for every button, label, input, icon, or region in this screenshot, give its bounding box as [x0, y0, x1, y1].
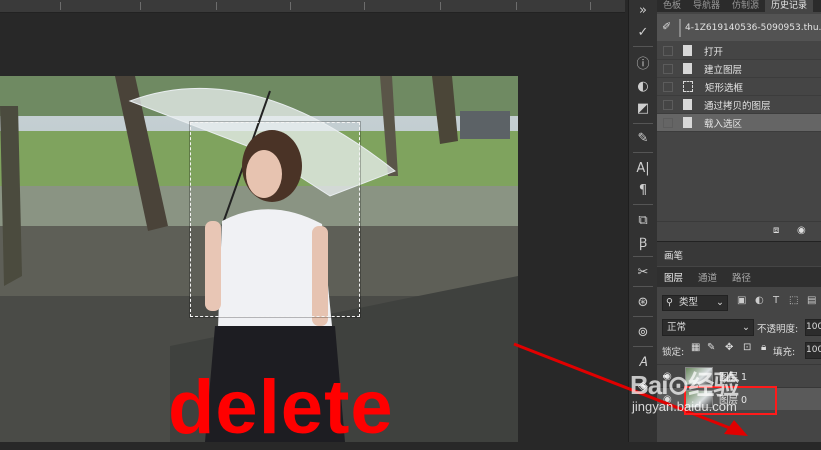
- adjustment-filter-icon[interactable]: ◐: [755, 295, 764, 306]
- history-snapshot[interactable]: ✐ 4-1Z619140536-5090953.thu...: [657, 14, 821, 41]
- document-icon: [683, 117, 692, 128]
- history-item-label: 通过拷贝的图层: [704, 100, 771, 112]
- snapshot-label: 4-1Z619140536-5090953.thu...: [685, 22, 821, 33]
- glyphs-icon[interactable]: Ꞵ: [632, 232, 654, 252]
- tab-paths[interactable]: 路径: [732, 270, 751, 284]
- history-item-label: 建立图层: [704, 64, 743, 76]
- delete-annotation: delete: [168, 365, 394, 450]
- blend-mode-value: 正常: [667, 322, 687, 333]
- 3d-icon[interactable]: ⊛: [632, 292, 654, 312]
- history-source-checkbox[interactable]: [663, 45, 673, 56]
- history-item[interactable]: 建立图层: [657, 60, 821, 78]
- history-item[interactable]: 打开: [657, 42, 821, 60]
- image-filter-icon[interactable]: ▣: [737, 295, 746, 306]
- kind-filter-select[interactable]: ⚲ 类型 ⌄: [662, 295, 728, 311]
- shape-filter-icon[interactable]: ⬚: [789, 295, 798, 306]
- chevron-down-icon: ⌄: [742, 322, 750, 333]
- blend-mode-select[interactable]: 正常 ⌄: [662, 319, 754, 336]
- history-item-selected[interactable]: 载入选区: [657, 114, 821, 132]
- camera-icon[interactable]: ◉: [797, 225, 806, 236]
- tab-navigator[interactable]: 导航器: [687, 0, 726, 12]
- horizontal-ruler[interactable]: [0, 0, 625, 13]
- document-icon: [683, 45, 692, 56]
- fill-label: 填充:: [773, 347, 796, 358]
- paragraph-icon[interactable]: ¶: [632, 180, 654, 200]
- history-source-checkbox[interactable]: [663, 63, 673, 74]
- layers-tab-bar: 图层 通道 路径: [657, 267, 821, 287]
- history-item-label: 矩形选框: [705, 82, 744, 94]
- snapshot-thumbnail: [679, 18, 681, 37]
- marquee-selection: [190, 122, 360, 317]
- tab-history[interactable]: 历史记录: [765, 0, 814, 12]
- tool-presets-icon[interactable]: ✂: [632, 262, 654, 282]
- clone-source-icon[interactable]: ⧉: [632, 210, 654, 230]
- chevron-down-icon: ⌄: [716, 297, 724, 308]
- info-icon[interactable]: ⓘ: [632, 52, 654, 72]
- brush-panel-label: 画笔: [664, 251, 684, 262]
- history-item[interactable]: 矩形选框: [657, 78, 821, 96]
- tab-layers[interactable]: 图层: [664, 270, 683, 284]
- opacity-field[interactable]: 100: [805, 319, 821, 336]
- brush-panel-header[interactable]: 画笔: [657, 241, 821, 266]
- tab-swatches[interactable]: 色板: [657, 0, 687, 12]
- kind-filter-value: 类型: [679, 297, 699, 308]
- marquee-icon: [683, 81, 693, 92]
- new-document-from-state-icon[interactable]: ⧈: [773, 225, 779, 236]
- history-footer: ⧈ ◉: [657, 221, 821, 240]
- brush-settings-icon[interactable]: ✎: [632, 128, 654, 148]
- type-filter-icon[interactable]: T: [773, 295, 779, 306]
- history-brush-source-icon[interactable]: ✐: [662, 20, 671, 33]
- history-item-label: 载入选区: [704, 118, 743, 130]
- search-icon: ⚲: [666, 297, 673, 308]
- history-brush-icon[interactable]: ✓: [632, 22, 654, 42]
- document-icon: [683, 63, 692, 74]
- history-list: 打开 建立图层 矩形选框 通过拷贝的图层 载入选区: [657, 42, 821, 132]
- history-item-label: 打开: [704, 46, 724, 58]
- fill-field[interactable]: 100: [805, 342, 821, 359]
- watermark-logo: Bai⊙经验: [630, 370, 739, 400]
- watermark: Bai⊙经验 jingyan.baidu.com: [630, 365, 739, 414]
- history-source-checkbox[interactable]: [663, 81, 673, 92]
- history-item[interactable]: 通过拷贝的图层: [657, 96, 821, 114]
- color-icon[interactable]: ◐: [632, 76, 654, 96]
- adjustments-icon[interactable]: ◩: [632, 98, 654, 118]
- character-icon[interactable]: A|: [632, 158, 654, 178]
- watermark-url: jingyan.baidu.com: [632, 399, 737, 414]
- collapse-icon[interactable]: »: [632, 0, 654, 20]
- history-source-checkbox[interactable]: [663, 117, 673, 128]
- tab-clone-source[interactable]: 仿制源: [726, 0, 765, 12]
- libraries-icon[interactable]: ⊚: [632, 322, 654, 342]
- panel-tab-bar: 色板 导航器 仿制源 历史记录: [657, 0, 821, 12]
- tab-channels[interactable]: 通道: [698, 270, 717, 284]
- history-source-checkbox[interactable]: [663, 99, 673, 110]
- smart-object-filter-icon[interactable]: ▤: [807, 295, 816, 306]
- opacity-label: 不透明度:: [757, 324, 799, 335]
- document-icon: [683, 99, 692, 110]
